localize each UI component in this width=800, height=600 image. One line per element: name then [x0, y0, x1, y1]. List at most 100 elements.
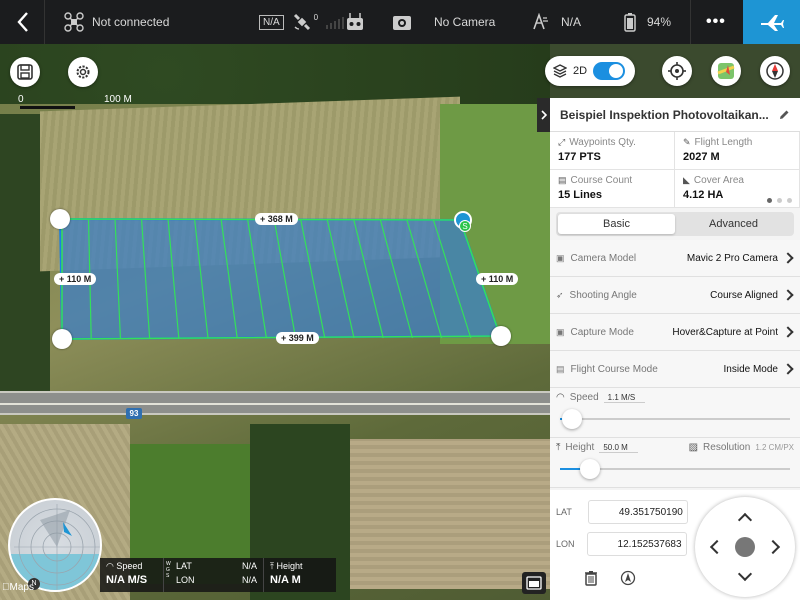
- mission-stats: ⤢ Waypoints Qty. 177 PTS ✎ Flight Length 2…: [550, 132, 800, 208]
- navigation-icon: [620, 570, 636, 586]
- distance-label-top: + 368 M: [255, 213, 298, 225]
- map-icon: [717, 63, 735, 79]
- screen-switch-button[interactable]: [522, 572, 546, 594]
- height-slider-thumb[interactable]: [579, 459, 600, 479]
- survey-polygon: [58, 217, 502, 341]
- speed-slider-track[interactable]: [560, 418, 790, 420]
- chevron-right-icon: [782, 363, 794, 375]
- stat-value: 2027 M: [683, 151, 720, 163]
- flight-course-mode-row[interactable]: ▤ Flight Course Mode Inside Mode: [550, 351, 800, 388]
- shooting-angle-row[interactable]: ➶ Shooting Angle Course Aligned: [550, 277, 800, 314]
- capture-mode-row[interactable]: ▣ Capture Mode Hover&Capture at Point: [550, 314, 800, 351]
- scale-bar: [20, 106, 75, 109]
- tab-advanced[interactable]: Advanced: [675, 214, 792, 234]
- delete-button[interactable]: [584, 570, 598, 591]
- arrow-down-icon[interactable]: [737, 566, 753, 582]
- telemetry-value: N/A: [241, 575, 257, 585]
- maps-logo-text: Maps: [2, 582, 34, 593]
- height-value: 50.0 M: [599, 443, 638, 453]
- signal-status: N/A 0: [259, 0, 345, 44]
- satellite-icon: [293, 13, 310, 31]
- upload-fly-button[interactable]: [743, 0, 800, 44]
- tab-basic[interactable]: Basic: [558, 214, 675, 234]
- save-button[interactable]: [10, 57, 40, 87]
- page-indicator[interactable]: [767, 198, 792, 203]
- battery-icon: [624, 13, 636, 32]
- divider: [690, 0, 691, 44]
- map-style-button[interactable]: [711, 56, 741, 86]
- mission-settings-panel: Beispiel Inspektion Photovoltaikan... ⤢ W…: [550, 98, 800, 490]
- crosshair-icon: [668, 62, 686, 80]
- airplane-icon: [760, 15, 784, 31]
- connection-status: Not connected: [92, 15, 170, 29]
- row-value: Course Aligned: [710, 289, 778, 301]
- maps-logo: Maps: [2, 582, 34, 593]
- height-icon: ⤒: [556, 442, 561, 453]
- map-mode-toggle[interactable]: 2D: [545, 56, 635, 86]
- arrow-left-icon[interactable]: [709, 539, 725, 555]
- locate-aircraft-button[interactable]: [662, 56, 692, 86]
- height-setting: ⤒ Height 50.0 M ▨ Resolution 1.2 CM/PX: [550, 438, 800, 488]
- compass-button[interactable]: [760, 56, 790, 86]
- chevron-right-icon: [782, 289, 794, 301]
- top-status-bar: Not connected N/A 0 No Camera N/A 94% ••…: [0, 0, 800, 44]
- back-button[interactable]: [16, 0, 30, 44]
- area-icon: ◣: [683, 175, 690, 185]
- ruler-icon: ✎: [683, 137, 691, 147]
- compass-icon: [766, 62, 784, 80]
- arrow-up-icon[interactable]: [737, 512, 753, 528]
- directional-pad[interactable]: [695, 497, 795, 597]
- more-menu-button[interactable]: •••: [706, 0, 726, 44]
- layers-icon: [553, 64, 567, 78]
- speed-slider-thumb[interactable]: [561, 409, 582, 429]
- speed-icon: ◠: [556, 392, 565, 403]
- corner-handle[interactable]: [491, 326, 511, 346]
- speed-icon: ◠: [106, 561, 117, 571]
- telemetry-value: N/A M: [270, 574, 301, 586]
- start-point-marker[interactable]: S: [459, 220, 471, 232]
- row-value: Mavic 2 Pro Camera: [686, 252, 778, 264]
- row-value: Inside Mode: [723, 363, 778, 375]
- panel-collapse-button[interactable]: [537, 98, 550, 132]
- telemetry-label: LON: [176, 575, 195, 585]
- stat-course-count: ▤ Course Count 15 Lines: [550, 170, 675, 208]
- stat-value: 15 Lines: [558, 189, 603, 201]
- row-value: Hover&Capture at Point: [672, 326, 778, 338]
- telemetry-label: Speed: [116, 561, 143, 571]
- angle-icon: ➶: [556, 289, 564, 300]
- battery-percent: 94%: [647, 15, 672, 29]
- signal-bars-icon: [326, 15, 345, 29]
- stat-value: 177 PTS: [558, 151, 601, 163]
- lat-input[interactable]: 49.351750190: [587, 500, 688, 524]
- resolution-label: Resolution: [703, 442, 751, 453]
- arrow-right-icon[interactable]: [765, 539, 781, 555]
- picture-in-picture-icon: [526, 576, 542, 590]
- lon-input[interactable]: 12.152537683: [586, 532, 687, 556]
- stat-label: Cover Area: [693, 175, 744, 186]
- scale-label: 100 M: [104, 94, 132, 105]
- navigate-button[interactable]: [620, 570, 636, 591]
- resolution-icon: ▨: [688, 442, 699, 453]
- camera-label: No Camera: [434, 15, 496, 29]
- scale-zero: 0: [18, 94, 24, 105]
- telemetry-value: N/A: [241, 561, 257, 571]
- camera-icon: [393, 16, 411, 30]
- aircraft-status[interactable]: Not connected: [64, 0, 169, 44]
- corner-handle[interactable]: [50, 209, 70, 229]
- corner-handle[interactable]: [52, 329, 72, 349]
- edit-pencil-icon[interactable]: [778, 109, 790, 121]
- waypoints-icon: ⤢: [558, 137, 566, 147]
- map-mode-switch[interactable]: [593, 62, 626, 80]
- trash-icon: [585, 571, 597, 586]
- settings-tabs: Basic Advanced: [556, 212, 794, 236]
- speed-setting: ◠ Speed 1.1 M/S: [550, 388, 800, 438]
- row-label: Capture Mode: [570, 326, 634, 338]
- remote-controller-icon: [347, 13, 363, 30]
- save-icon: [17, 64, 33, 80]
- camera-model-row[interactable]: ▣ Camera Model Mavic 2 Pro Camera: [550, 240, 800, 277]
- chevron-right-icon: [782, 252, 794, 264]
- dpad-center[interactable]: [735, 537, 755, 557]
- mission-settings-button[interactable]: [68, 57, 98, 87]
- telemetry-speed: ◠ Speed N/A M/S: [100, 558, 164, 592]
- capture-icon: ▣: [556, 326, 565, 337]
